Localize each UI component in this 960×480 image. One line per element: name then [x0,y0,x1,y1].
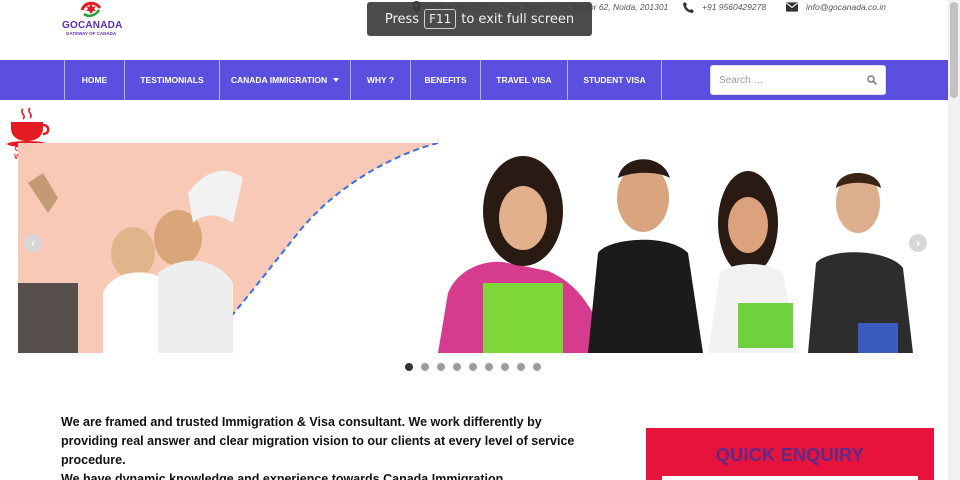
students-photo [438,143,930,353]
maple-swirl-icon [80,1,102,18]
search-input[interactable] [719,74,859,86]
nav-item-why[interactable]: WHY ? [351,60,411,100]
phone-info[interactable]: +91 9560429278 [682,0,766,14]
scrollbar-thumb[interactable] [950,2,958,98]
search-box [710,65,886,95]
chevron-left-icon: ‹ [31,236,35,250]
caret-down-icon [333,78,340,82]
toast-suffix: to exit full screen [461,11,575,27]
slider-dot[interactable] [501,363,509,371]
nav-label: HOME [81,75,108,85]
celebration-graphic [18,143,438,353]
intro-line: providing real answer and clear migratio… [61,434,575,448]
coffee-cup-icon [7,107,50,147]
nav-label: TRAVEL VISA [496,75,552,85]
logo-brand: GOCANADA [62,20,123,31]
hero-slider [18,143,930,353]
intro-line: procedure. [61,453,126,467]
slider-next-button[interactable]: › [909,234,927,252]
site-logo[interactable]: GOCANADA GATEWAY OF CANADA [62,0,123,40]
intro-line: We are framed and trusted Immigration & … [61,415,542,429]
envelope-icon [786,1,798,13]
enquiry-title: QUICK ENQUIRY [715,445,865,465]
nav-label: WHY ? [366,75,395,85]
logo-tagline: GATEWAY OF CANADA [65,31,117,36]
slider-dots [405,363,541,371]
intro-text: We are framed and trusted Immigration & … [61,413,601,480]
phone-text: +91 9560429278 [702,2,767,12]
slider-dot[interactable] [453,363,461,371]
nav-label: CANADA IMMIGRATION [230,75,328,85]
phone-icon [682,1,694,13]
quick-enquiry-panel: QUICK ENQUIRY [646,428,934,480]
email-text: info@gocanada.co.in [806,2,886,12]
toast-prefix: Press [384,11,420,27]
slider-prev-button[interactable]: ‹ [24,234,42,252]
nav-label: TESTIMONIALS [140,75,204,85]
nav-item-home[interactable]: HOME [65,60,125,100]
slider-dot[interactable] [469,363,477,371]
nav-item-student-visa[interactable]: STUDENT VISA [568,60,662,100]
nav-item-testimonials[interactable]: TESTIMONIALS [125,60,220,100]
toast-key: F11 [424,9,457,29]
slider-dot[interactable] [421,363,429,371]
slider-dot[interactable] [437,363,445,371]
fullscreen-toast: Press F11 to exit full screen [367,2,592,36]
search-icon[interactable] [867,75,877,85]
page-scrollbar[interactable] [948,0,960,480]
nav-item-travel-visa[interactable]: TRAVEL VISA [481,60,568,100]
nav-label: STUDENT VISA [583,75,646,85]
nav-label: BENEFITS [424,75,467,85]
nav-item-benefits[interactable]: BENEFITS [411,60,481,100]
slider-dot[interactable] [533,363,541,371]
nav-item-canada-immigration[interactable]: CANADA IMMIGRATION [220,60,351,100]
slider-dot[interactable] [485,363,493,371]
slider-dot[interactable] [517,363,525,371]
intro-line: We have dynamic knowledge and experience… [61,472,504,480]
nav-menu: HOME TESTIMONIALS CANADA IMMIGRATION WHY… [64,60,662,100]
chevron-right-icon: › [916,236,920,250]
email-info[interactable]: info@gocanada.co.in [786,0,886,14]
slider-dot[interactable] [405,363,413,371]
enquiry-name-field[interactable] [662,476,918,480]
